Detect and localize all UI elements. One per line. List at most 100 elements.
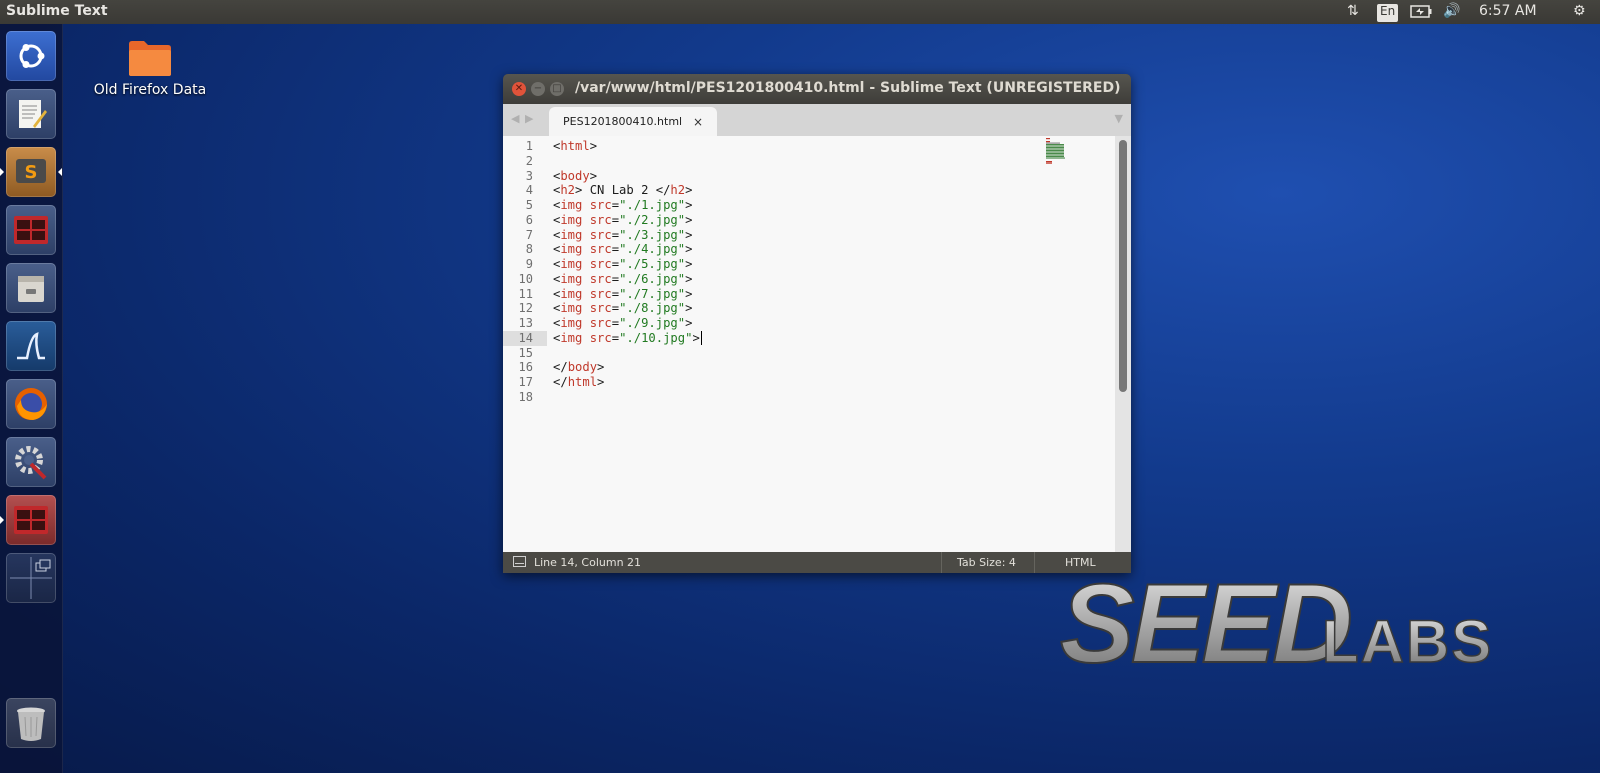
system-settings-icon[interactable]: [6, 437, 56, 487]
syntax-text: [582, 257, 589, 271]
tab-close-icon[interactable]: ×: [693, 115, 703, 129]
code-line: <img src="./10.jpg">: [553, 330, 702, 346]
syntax-string: "./3.jpg": [619, 227, 686, 242]
syntax-tag: h2: [560, 183, 576, 198]
syntax-text: >: [597, 375, 605, 389]
syntax-tag: img: [560, 316, 583, 330]
sublime-text-icon[interactable]: S: [6, 147, 56, 197]
syntax-tag: src: [589, 198, 612, 212]
code-line: <img src="./4.jpg">: [553, 242, 692, 257]
syntax-tag: body: [567, 360, 598, 375]
running-indicator: [0, 168, 4, 176]
syntax-tag: img: [560, 212, 583, 227]
syntax-text: =: [611, 198, 620, 212]
text-editor-icon[interactable]: [6, 89, 56, 139]
syntax-text: >: [685, 242, 693, 257]
code-line: <img src="./1.jpg">: [553, 198, 692, 213]
syntax-text: >: [589, 139, 598, 153]
status-bar: Line 14, Column 21 Tab Size: 4 HTML: [503, 552, 1131, 573]
trash-icon[interactable]: [6, 698, 56, 748]
syntax-tag: src: [589, 316, 612, 330]
tab-list-chevron-down-icon[interactable]: ▼: [1115, 112, 1123, 125]
gear-icon[interactable]: ⚙: [1573, 3, 1586, 21]
code-line: <body>: [553, 169, 597, 184]
syntax-string: "./10.jpg": [619, 330, 693, 345]
code-line: <img src="./2.jpg">: [553, 213, 692, 228]
syntax-string: "./7.jpg": [619, 286, 686, 301]
seed-logo-big: SEED: [1060, 570, 1350, 680]
syntax-tag: src: [589, 212, 612, 227]
line-number: 4: [525, 183, 533, 198]
cursor-position: Line 14, Column 21: [534, 556, 642, 569]
syntax-tag: src: [589, 271, 612, 286]
firefox-icon[interactable]: [6, 379, 56, 429]
syntax-text: >: [685, 316, 693, 330]
wireshark-icon[interactable]: [6, 321, 56, 371]
line-number: 18: [518, 389, 533, 404]
tab-scroll-left-icon[interactable]: ◀: [511, 112, 519, 125]
syntax-tag: h2: [670, 183, 686, 198]
running-indicator: [0, 516, 4, 524]
battery-icon[interactable]: [1410, 5, 1432, 23]
launcher: S: [0, 24, 63, 773]
line-number: 15: [518, 345, 533, 360]
line-number: 13: [518, 316, 533, 330]
syntax-tag: src: [589, 301, 612, 316]
syntax-tag: img: [560, 330, 583, 345]
syntax-tag: src: [589, 286, 612, 301]
line-number: 12: [518, 301, 533, 316]
volume-icon[interactable]: 🔊: [1443, 3, 1460, 21]
terminal-icon[interactable]: [6, 205, 56, 255]
syntax-text: [582, 242, 589, 256]
tab-pes1201800410-html[interactable]: PES1201800410.html ×: [549, 107, 717, 136]
syntax-text: =: [611, 227, 620, 242]
code-line: <html>: [553, 139, 597, 154]
syntax-text: >: [692, 330, 700, 345]
syntax-text: > CN Lab 2 </: [575, 183, 671, 198]
syntax-string: "./2.jpg": [619, 212, 686, 227]
syntax-text: =: [611, 286, 620, 301]
top-panel: Sublime Text ⇅ En 🔊 6:57 AM ⚙: [0, 0, 1600, 24]
syntax-text: =: [611, 212, 620, 227]
syntax-text: [582, 301, 589, 315]
window-titlebar[interactable]: ✕ − □ /var/www/html/PES1201800410.html -…: [503, 74, 1131, 104]
close-button[interactable]: ✕: [512, 82, 526, 96]
syntax-tag: src: [589, 330, 612, 345]
sublime-window: ✕ − □ /var/www/html/PES1201800410.html -…: [503, 74, 1131, 573]
line-number: 6: [525, 212, 533, 227]
window-title: /var/www/html/PES1201800410.html - Subli…: [575, 80, 1121, 96]
network-icon[interactable]: ⇅: [1347, 3, 1359, 21]
syntax-tag: html: [567, 375, 598, 389]
code-line: <img src="./9.jpg">: [553, 316, 692, 331]
line-number: 1: [525, 139, 533, 153]
syntax-text: =: [611, 316, 620, 330]
workspace-switcher-icon[interactable]: [6, 553, 56, 603]
focused-indicator: [58, 168, 62, 176]
line-number: 3: [525, 168, 533, 183]
code-line: <img src="./3.jpg">: [553, 228, 692, 243]
syntax-tag: src: [589, 242, 612, 257]
svg-text:S: S: [25, 162, 38, 183]
syntax-text: >: [589, 168, 598, 183]
clock[interactable]: 6:57 AM: [1479, 3, 1537, 21]
syntax-tag: img: [560, 242, 583, 257]
vertical-scrollbar[interactable]: [1115, 136, 1131, 552]
syntax-selector[interactable]: HTML: [1065, 556, 1096, 569]
syntax-text: =: [611, 301, 620, 316]
terminal-icon[interactable]: [6, 495, 56, 545]
console-toggle-icon[interactable]: [513, 556, 526, 570]
syntax-tag: img: [560, 257, 583, 271]
line-number: 5: [525, 198, 533, 212]
keyboard-layout-indicator[interactable]: En: [1377, 4, 1399, 22]
minimize-button[interactable]: −: [531, 82, 545, 96]
tab-scroll-right-icon[interactable]: ▶: [525, 112, 533, 125]
tab-size-selector[interactable]: Tab Size: 4: [957, 556, 1016, 569]
maximize-button[interactable]: □: [550, 82, 564, 96]
ubuntu-dash-icon[interactable]: [6, 31, 56, 81]
editor-area[interactable]: 1 2 3 4 5 6 7 8 9 10 11 12 13 14 15 16 17 18 <html> <body>…: [503, 136, 1115, 552]
minimap[interactable]: [1046, 138, 1068, 170]
scrollbar-thumb[interactable]: [1119, 140, 1127, 392]
desktop-folder-old-firefox-data[interactable]: Old Firefox Data: [90, 38, 210, 98]
file-manager-icon[interactable]: [6, 263, 56, 313]
folder-label: Old Firefox Data: [93, 82, 207, 98]
